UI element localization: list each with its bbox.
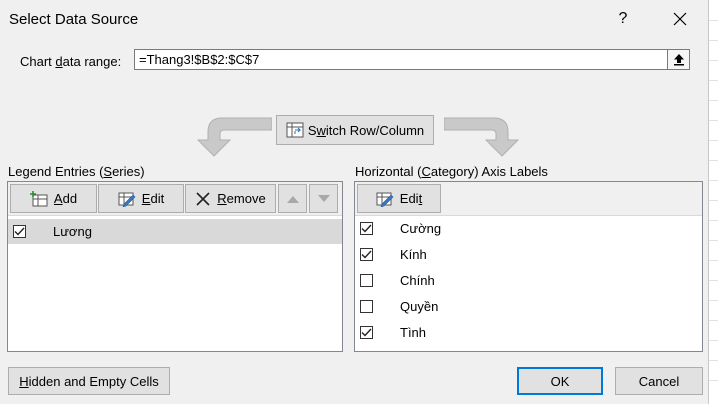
legend-toolbar: Add Edit Remove (8, 182, 342, 216)
legend-entries-label: Legend Entries (Series) (8, 164, 145, 179)
switch-row-column-icon (286, 122, 304, 138)
list-item[interactable]: Lương (8, 219, 342, 244)
worksheet-background (709, 0, 718, 404)
chart-data-range-input[interactable]: =Thang3!$B$2:$C$7 (134, 49, 690, 70)
legend-entries-panel: Add Edit Remove Lương (7, 181, 343, 352)
dialog-title: Select Data Source (9, 11, 139, 28)
remove-series-label: Remove (217, 191, 266, 206)
cancel-button[interactable]: Cancel (615, 367, 703, 395)
axis-toolbar: Edit (355, 182, 702, 216)
hidden-empty-cells-label: Hidden and Empty Cells (19, 373, 159, 389)
edit-series-label: Edit (141, 191, 165, 206)
ok-button[interactable]: OK (517, 367, 603, 395)
checkmark-icon (14, 227, 25, 236)
edit-axis-labels-label: Edit (399, 191, 423, 206)
category-checkbox[interactable] (360, 326, 373, 339)
add-series-button[interactable]: Add (10, 184, 97, 213)
category-label: Tình (400, 325, 427, 340)
hidden-empty-cells-button[interactable]: Hidden and Empty Cells (8, 367, 170, 395)
category-checkbox[interactable] (360, 300, 373, 313)
remove-series-button[interactable]: Remove (185, 184, 276, 213)
list-item[interactable]: Cường (355, 216, 702, 241)
edit-axis-labels-button[interactable]: Edit (357, 184, 441, 213)
add-series-label: Add (53, 191, 78, 206)
switch-row-column-label: Switch Row/Column (307, 122, 425, 138)
category-label: Chính (400, 273, 435, 288)
category-checkbox[interactable] (360, 274, 373, 287)
list-item[interactable]: Quyền (355, 294, 702, 319)
edit-series-button[interactable]: Edit (98, 184, 184, 213)
category-checkbox[interactable] (360, 248, 373, 261)
category-label: Kính (400, 247, 427, 262)
collapse-arrow-icon (673, 54, 684, 66)
series-name: Lương (53, 224, 92, 239)
list-item[interactable]: Kính (355, 242, 702, 267)
triangle-up-icon (286, 195, 299, 203)
help-button[interactable]: ? (610, 8, 636, 30)
edit-icon (118, 192, 136, 207)
close-icon (673, 12, 687, 26)
curved-arrow-left-icon (196, 117, 272, 157)
range-collapse-button[interactable] (667, 49, 690, 70)
series-checkbox[interactable] (13, 225, 26, 238)
triangle-down-icon (317, 194, 330, 202)
remove-icon (196, 191, 210, 206)
list-item[interactable]: Tình (355, 320, 702, 345)
switch-row-column-button[interactable]: Switch Row/Column (276, 115, 434, 145)
move-up-button[interactable] (278, 184, 307, 213)
curved-arrow-right-icon (444, 117, 520, 157)
checkmark-icon (361, 250, 372, 259)
move-down-button[interactable] (309, 184, 338, 213)
category-label: Quyền (400, 299, 439, 314)
category-label: Cường (400, 221, 442, 236)
chart-data-range-label: Chart data range: (20, 54, 122, 69)
close-button[interactable] (667, 8, 693, 30)
list-item[interactable]: Chính (355, 268, 702, 293)
edit-icon (376, 192, 394, 207)
axis-labels-label: Horizontal (Category) Axis Labels (355, 164, 548, 179)
select-data-source-dialog: Select Data Source ? Chart data range: =… (0, 0, 709, 404)
axis-labels-panel: Edit Cường Kính Chính Quyền Tình (354, 181, 703, 352)
checkmark-icon (361, 328, 372, 337)
checkmark-icon (361, 224, 372, 233)
title-bar: Select Data Source ? (0, 0, 708, 38)
add-icon (29, 190, 48, 206)
category-checkbox[interactable] (360, 222, 373, 235)
